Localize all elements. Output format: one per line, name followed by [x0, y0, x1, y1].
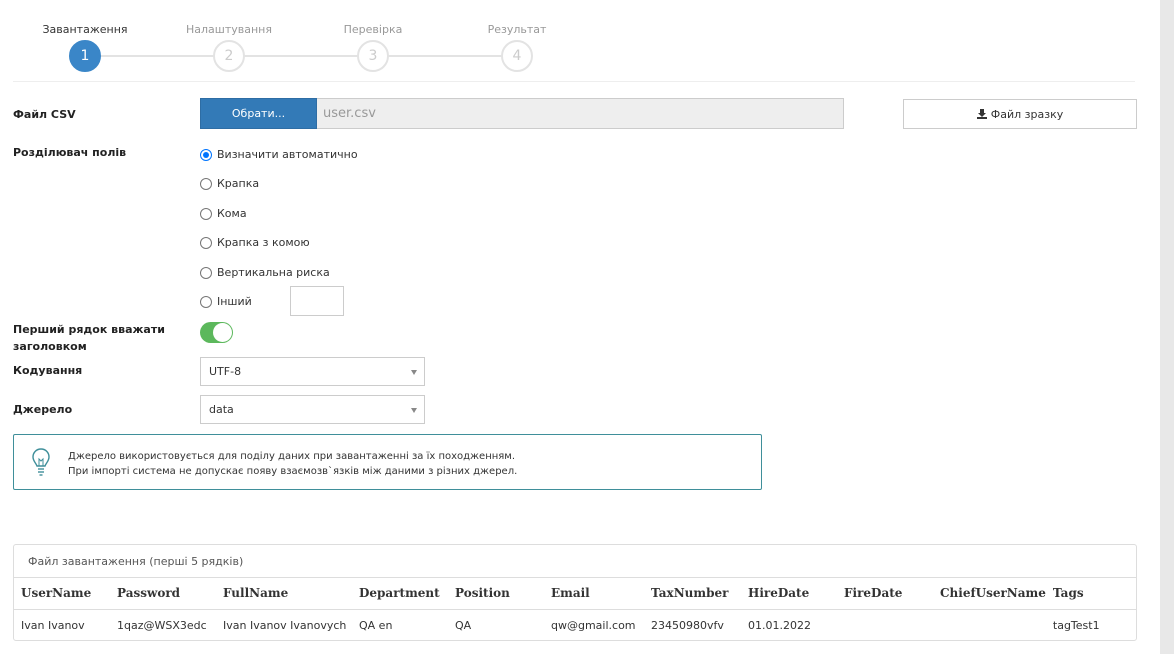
- delimiter-option-label: Крапка: [217, 177, 260, 190]
- wizard-step-label: Результат: [487, 23, 547, 36]
- table-cell: 23450980vfv: [651, 618, 724, 632]
- radio-button[interactable]: [200, 295, 212, 308]
- sample-file-button[interactable]: Файл зразку: [903, 99, 1137, 129]
- delimiter-option-semicolon[interactable]: Крапка з комою: [200, 236, 310, 249]
- chevron-down-icon: [411, 370, 417, 375]
- delimiter-option-other[interactable]: Інший: [200, 295, 252, 308]
- encoding-select[interactable]: UTF-8: [200, 357, 425, 386]
- wizard-steps: Завантаження 1 Налаштування 2 Перевірка …: [0, 0, 1160, 82]
- lightbulb-icon: [32, 448, 50, 476]
- delimiter-option-dot[interactable]: Крапка: [200, 177, 259, 190]
- header-row-label-line1: Перший рядок вважати: [13, 323, 165, 336]
- table-cell: QA: [455, 618, 472, 632]
- radio-button[interactable]: [200, 148, 212, 161]
- table-cell: [837, 609, 933, 640]
- column-header: HireDate: [741, 578, 837, 610]
- info-text: Джерело використовується для поділу дани…: [68, 449, 517, 479]
- wizard-step-number: 1: [69, 40, 101, 72]
- radio-button[interactable]: [200, 236, 212, 249]
- encoding-label: Кодування: [13, 364, 83, 377]
- delimiter-label: Розділювач полів: [13, 146, 127, 159]
- column-header: Department: [352, 578, 448, 610]
- source-value: data: [209, 403, 234, 416]
- table-cell: 01.01.2022: [748, 618, 811, 632]
- delimiter-option-label: Інший: [217, 295, 252, 308]
- table-cell: 1qaz@WSX3edc: [117, 618, 207, 632]
- vertical-scrollbar[interactable]: [1160, 0, 1174, 654]
- column-header: Tags: [1045, 578, 1136, 610]
- sample-file-label: Файл зразку: [990, 107, 1064, 121]
- file-name-field[interactable]: user.csv: [317, 98, 844, 129]
- radio-button[interactable]: [200, 177, 212, 190]
- column-header: UserName: [14, 578, 110, 610]
- column-header: FireDate: [837, 578, 933, 610]
- csv-file-label: Файл CSV: [13, 108, 76, 121]
- wizard-step-number: 3: [357, 40, 389, 72]
- table-cell: [933, 609, 1046, 640]
- table-cell: QA en: [359, 618, 393, 632]
- delimiter-option-label: Вертикальна риска: [217, 266, 330, 279]
- table-cell: tagTest1: [1052, 618, 1100, 632]
- header-row-label-line2: заголовком: [13, 340, 87, 353]
- source-label: Джерело: [13, 403, 73, 416]
- column-header: Password: [110, 578, 216, 610]
- delimiter-option-label: Кома: [217, 207, 247, 220]
- wizard-step-number: 4: [501, 40, 533, 72]
- choose-file-button[interactable]: Обрати...: [200, 98, 317, 129]
- column-header: FullName: [216, 578, 352, 610]
- file-preview-heading: Файл завантаження (перші 5 рядків): [14, 545, 1136, 578]
- delimiter-option-auto[interactable]: Визначити автоматично: [200, 148, 358, 161]
- other-delimiter-input[interactable]: [290, 286, 344, 316]
- table-cell: Ivan Ivanov Ivanovych: [223, 618, 347, 632]
- delimiter-option-label: Визначити автоматично: [217, 148, 358, 161]
- scrollbar-thumb[interactable]: [1160, 0, 1174, 654]
- table-row: Ivan Ivanov 1qaz@WSX3edc Ivan Ivanov Iva…: [14, 609, 1136, 640]
- column-header: Position: [448, 578, 544, 610]
- radio-button[interactable]: [200, 266, 212, 279]
- info-line-2: При імпорті система не допускає появу вз…: [68, 466, 518, 477]
- chevron-down-icon: [411, 408, 417, 413]
- header-row-toggle[interactable]: [200, 322, 233, 343]
- table-cell: qw@gmail.com: [551, 618, 636, 632]
- radio-button[interactable]: [200, 207, 212, 220]
- info-line-1: Джерело використовується для поділу дани…: [68, 451, 516, 462]
- wizard-step-number: 2: [213, 40, 245, 72]
- column-header: Email: [544, 578, 644, 610]
- table-header-row: UserName Password FullName Department Po…: [14, 578, 1136, 610]
- info-box: Джерело використовується для поділу дани…: [13, 434, 762, 490]
- toggle-knob: [213, 323, 232, 342]
- column-header: ChiefUserName: [933, 578, 1046, 610]
- delimiter-option-pipe[interactable]: Вертикальна риска: [200, 266, 330, 279]
- wizard-step-label: Завантаження: [42, 23, 128, 36]
- wizard-connector: [85, 55, 517, 57]
- file-name-text: user.csv: [323, 106, 376, 121]
- wizard-divider: [13, 81, 1135, 82]
- wizard-step-label: Перевірка: [343, 23, 403, 36]
- source-select[interactable]: data: [200, 395, 425, 424]
- download-icon: [976, 109, 987, 119]
- table-cell: Ivan Ivanov: [21, 618, 85, 632]
- header-row-label: Перший рядок вважати заголовком: [13, 321, 165, 355]
- wizard-step-label: Налаштування: [186, 23, 272, 36]
- delimiter-option-comma[interactable]: Кома: [200, 207, 247, 220]
- encoding-value: UTF-8: [209, 365, 242, 378]
- delimiter-option-label: Крапка з комою: [217, 236, 310, 249]
- file-preview-table: UserName Password FullName Department Po…: [14, 578, 1136, 640]
- column-header: TaxNumber: [644, 578, 741, 610]
- file-preview-panel: Файл завантаження (перші 5 рядків) UserN…: [13, 544, 1137, 641]
